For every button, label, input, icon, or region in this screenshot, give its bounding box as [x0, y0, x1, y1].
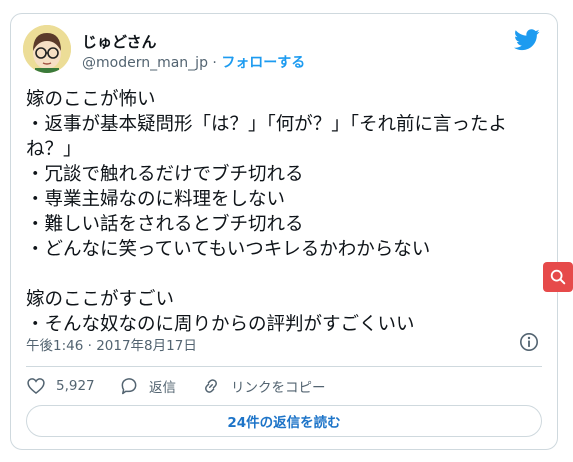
heart-icon — [27, 378, 45, 395]
reply-label: 返信 — [149, 380, 176, 396]
like-count: 5,927 — [56, 378, 95, 394]
author-meta: @modern_man_jp · フォローする — [82, 52, 305, 72]
speech-bubble-icon — [121, 378, 137, 395]
follow-button[interactable]: フォローする — [221, 55, 305, 71]
like-button[interactable]: 5,927 — [26, 375, 95, 397]
link-icon — [205, 379, 217, 393]
meta-separator: · — [207, 55, 222, 71]
tweet-text: 嫁のここが怖い ・返事が基本疑問形「は？」「何が？」「それ前に言ったよね？」 ・… — [26, 89, 508, 335]
info-icon[interactable] — [519, 332, 539, 352]
twitter-bird-icon[interactable] — [514, 29, 540, 51]
search-icon — [550, 269, 566, 285]
divider — [26, 366, 542, 367]
author-name[interactable]: じゅどさん — [82, 31, 157, 52]
read-replies-button[interactable]: 24件の返信を読む — [26, 405, 542, 437]
side-search-button[interactable] — [543, 262, 573, 292]
reply-button[interactable]: 返信 — [119, 375, 176, 397]
author-handle[interactable]: @modern_man_jp — [82, 55, 208, 71]
tweet-card: じゅどさん @modern_man_jp · フォローする 嫁のここが怖い ・返… — [10, 13, 558, 450]
copy-link-button[interactable]: リンクをコピー — [201, 375, 326, 397]
avatar[interactable] — [23, 25, 71, 73]
tweet-timestamp[interactable]: 午後1:46 · 2017年8月17日 — [26, 334, 197, 354]
copy-link-label: リンクをコピー — [231, 380, 326, 396]
avatar-illustration — [23, 25, 71, 73]
